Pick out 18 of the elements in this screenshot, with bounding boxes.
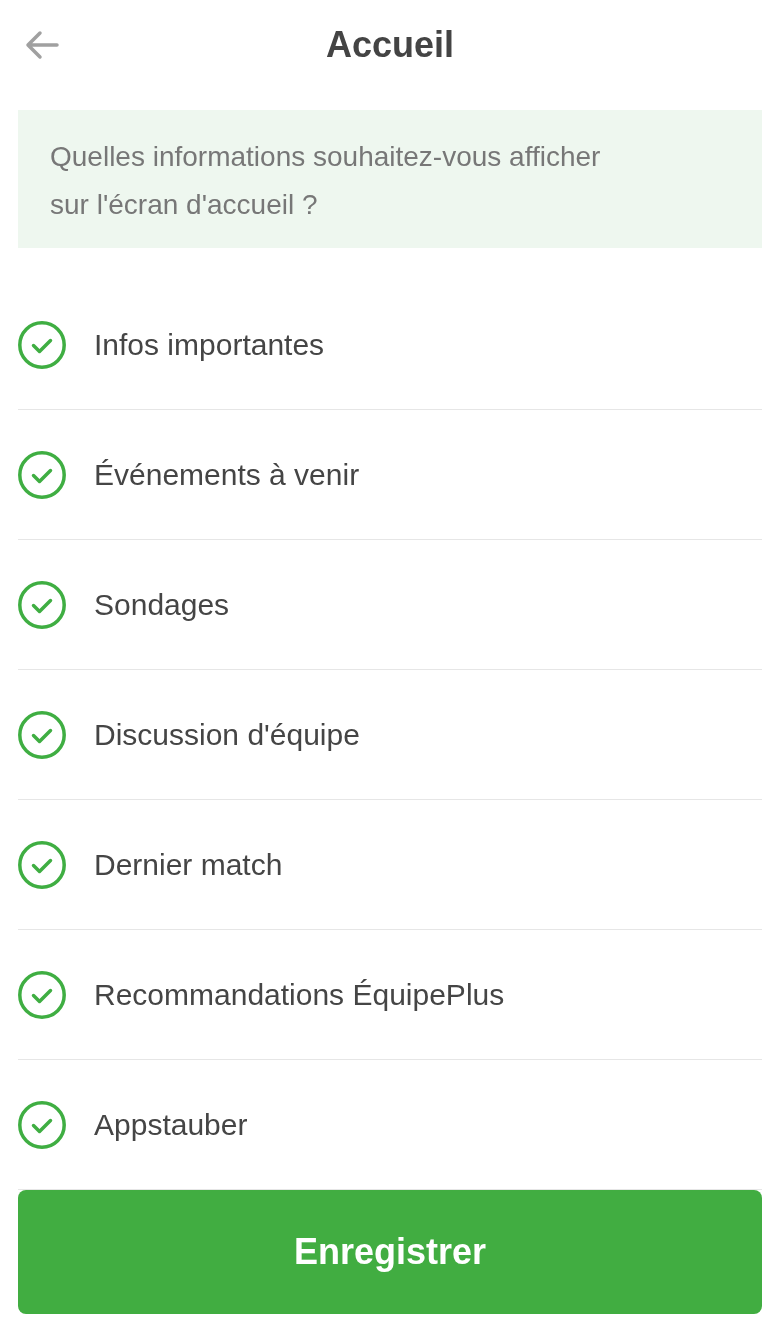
- option-label: Appstauber: [94, 1106, 248, 1143]
- back-arrow-icon: [24, 30, 60, 60]
- check-circle-icon[interactable]: [18, 840, 66, 889]
- check-circle-icon[interactable]: [18, 450, 66, 499]
- check-circle-icon[interactable]: [18, 970, 66, 1019]
- save-button[interactable]: Enregistrer: [18, 1190, 762, 1314]
- check-circle-icon[interactable]: [18, 710, 66, 759]
- check-circle-icon[interactable]: [18, 320, 66, 369]
- option-label: Sondages: [94, 586, 230, 623]
- check-circle-icon[interactable]: [18, 580, 66, 629]
- option-label: Événements à venir: [94, 456, 360, 493]
- check-circle-icon[interactable]: [18, 1100, 66, 1149]
- option-label: Discussion d'équipe: [94, 716, 360, 753]
- option-label: Recommandations ÉquipePlus: [94, 976, 505, 1013]
- instruction-text: Quelles informations souhaitez-vous afficher sur l'écran d'accueil ?: [50, 140, 602, 222]
- option-label: Dernier match: [94, 846, 283, 883]
- option-label: Infos importantes: [94, 326, 325, 363]
- page-title: Accueil: [325, 23, 455, 67]
